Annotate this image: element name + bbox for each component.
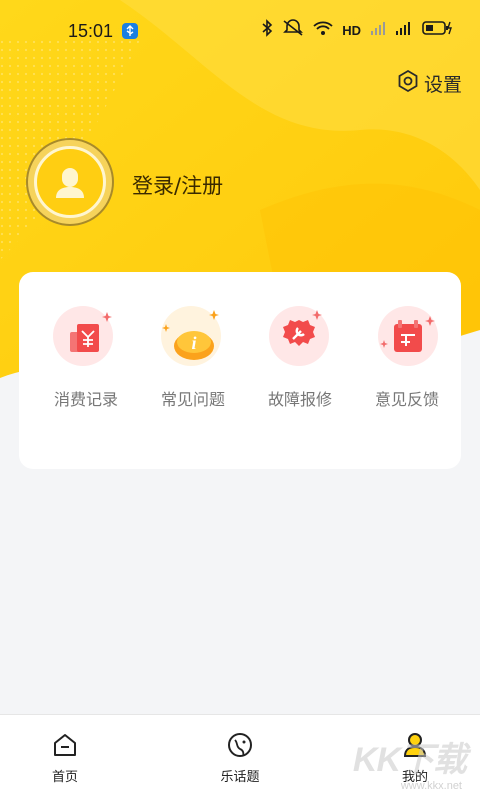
signal-icon bbox=[370, 20, 386, 41]
menu-label: 意见反馈 bbox=[374, 390, 439, 409]
avatar[interactable] bbox=[26, 138, 114, 226]
nav-item-topics[interactable]: 乐话题 bbox=[200, 731, 280, 791]
topic-icon bbox=[226, 731, 254, 763]
menu-label: 消费记录 bbox=[53, 390, 118, 409]
mute-icon bbox=[282, 18, 304, 42]
network-type-label: HD bbox=[342, 22, 361, 38]
nav-label: 乐话题 bbox=[220, 770, 260, 785]
battery-icon bbox=[422, 20, 452, 41]
signal-4g-icon bbox=[395, 20, 413, 41]
status-bar: 15:01 HD bbox=[0, 0, 480, 62]
menu-item-consumption-records[interactable]: 消费记录 bbox=[41, 300, 131, 410]
gear-icon bbox=[396, 69, 420, 97]
bluetooth-icon bbox=[261, 18, 273, 42]
usb-icon bbox=[122, 23, 138, 39]
profile-icon bbox=[401, 731, 429, 763]
menu-label: 故障报修 bbox=[267, 390, 332, 409]
home-icon bbox=[51, 731, 79, 763]
user-silhouette-icon bbox=[56, 168, 84, 198]
nav-label: 首页 bbox=[51, 770, 78, 785]
menu-item-repair[interactable]: 故障报修 bbox=[255, 300, 345, 410]
feedback-icon bbox=[372, 300, 442, 370]
menu-label: 常见问题 bbox=[160, 390, 225, 409]
repair-icon bbox=[265, 300, 335, 370]
login-register-link[interactable]: 登录/注册 bbox=[132, 170, 223, 200]
receipt-icon bbox=[51, 300, 121, 370]
nav-item-home[interactable]: 首页 bbox=[25, 731, 105, 791]
menu-item-faq[interactable]: i 常见问题 bbox=[148, 300, 238, 410]
nav-item-mine[interactable]: 我的 bbox=[375, 731, 455, 791]
svg-text:i: i bbox=[191, 333, 196, 353]
status-time: 15:01 bbox=[68, 21, 114, 41]
nav-label: 我的 bbox=[401, 770, 428, 785]
feature-card: 消费记录 i 常见问题 故障报修 意见反馈 bbox=[19, 272, 461, 469]
settings-button[interactable]: 设置 bbox=[396, 69, 462, 97]
settings-label: 设置 bbox=[423, 73, 462, 96]
menu-item-feedback[interactable]: 意见反馈 bbox=[362, 300, 452, 410]
wifi-icon bbox=[313, 20, 333, 41]
bottom-navigation: 首页 乐话题 我的 bbox=[0, 714, 480, 800]
info-icon: i bbox=[158, 300, 228, 370]
